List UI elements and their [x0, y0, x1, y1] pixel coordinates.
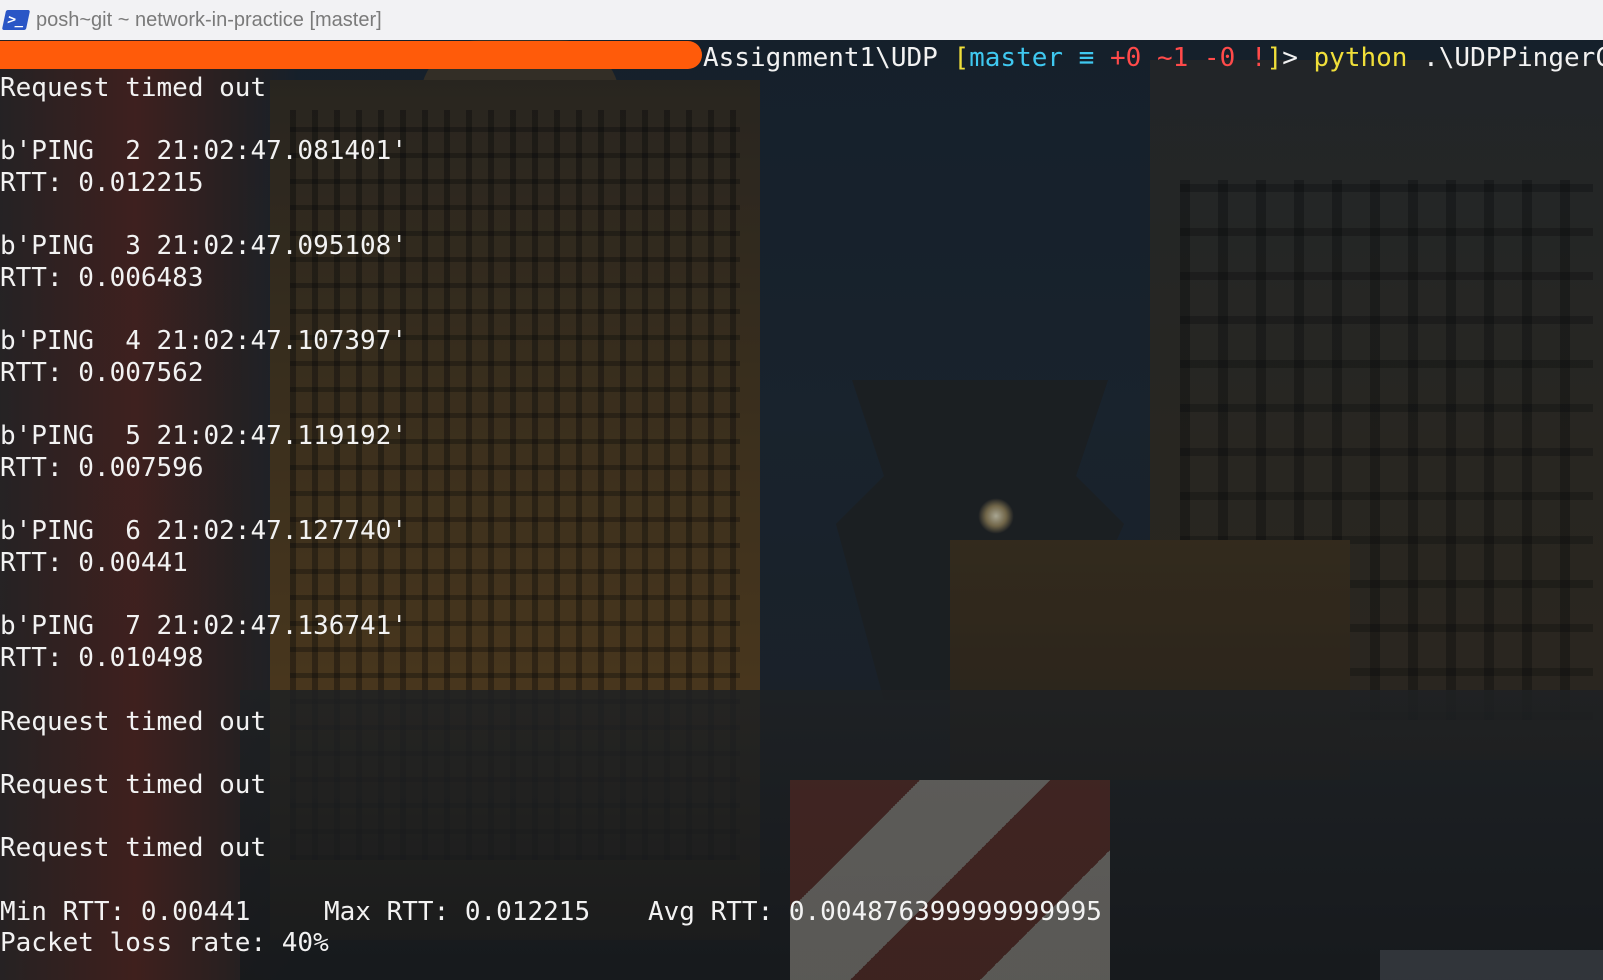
prompt-bracket-open: [: [953, 43, 970, 73]
output-line: Request timed out: [0, 833, 267, 863]
output-line: Request timed out: [0, 770, 267, 800]
prompt-line: Assignment1\UDP [master ≡ +0 ~1 -0 !]> p…: [703, 42, 1603, 74]
prompt-command: python: [1313, 43, 1408, 73]
terminal-output[interactable]: Assignment1\UDP [master ≡ +0 ~1 -0 !]> p…: [0, 40, 1603, 980]
prompt-bracket-close: ]: [1266, 43, 1283, 73]
prompt-modified: ~1: [1141, 43, 1189, 73]
output-line: b'PING 2 21:02:47.081401': [0, 136, 407, 166]
output-line: RTT: 0.010498: [0, 643, 204, 673]
prompt-branch: master: [969, 43, 1064, 73]
title-bar: >_ posh~git ~ network-in-practice [maste…: [0, 0, 1603, 40]
prompt-deleted: -0: [1188, 43, 1236, 73]
output-line: b'PING 6 21:02:47.127740': [0, 516, 407, 546]
output-line: RTT: 0.007596: [0, 453, 204, 483]
output-line: Request timed out: [0, 73, 267, 103]
output-line: RTT: 0.012215: [0, 168, 204, 198]
prompt-branch-status: ≡: [1063, 43, 1095, 73]
max-rtt: Max RTT: 0.012215: [324, 897, 591, 927]
min-rtt: Min RTT: 0.00441: [0, 897, 251, 927]
packet-loss-rate: Packet loss rate: 40%: [0, 928, 329, 958]
prompt-added: +0: [1094, 43, 1142, 73]
powershell-icon: >_: [1, 10, 31, 30]
output-line: b'PING 7 21:02:47.136741': [0, 611, 407, 641]
prompt-bang: !: [1235, 43, 1267, 73]
window-title: posh~git ~ network-in-practice [master]: [36, 8, 382, 31]
prompt-args: .\UDPPingerClient.py: [1423, 43, 1603, 73]
output-line: RTT: 0.00441: [0, 548, 188, 578]
terminal-window: >_ posh~git ~ network-in-practice [maste…: [0, 0, 1603, 980]
output-line: Request timed out: [0, 707, 267, 737]
output-line: b'PING 4 21:02:47.107397': [0, 326, 407, 356]
prompt-path: Assignment1\UDP: [703, 43, 954, 73]
output-line: RTT: 0.006483: [0, 263, 204, 293]
avg-rtt: Avg RTT: 0.004876399999999995: [648, 897, 1102, 927]
prompt-gt: >: [1282, 43, 1314, 73]
output-line: b'PING 3 21:02:47.095108': [0, 231, 407, 261]
output-line: RTT: 0.007562: [0, 358, 204, 388]
output-line: b'PING 5 21:02:47.119192': [0, 421, 407, 451]
